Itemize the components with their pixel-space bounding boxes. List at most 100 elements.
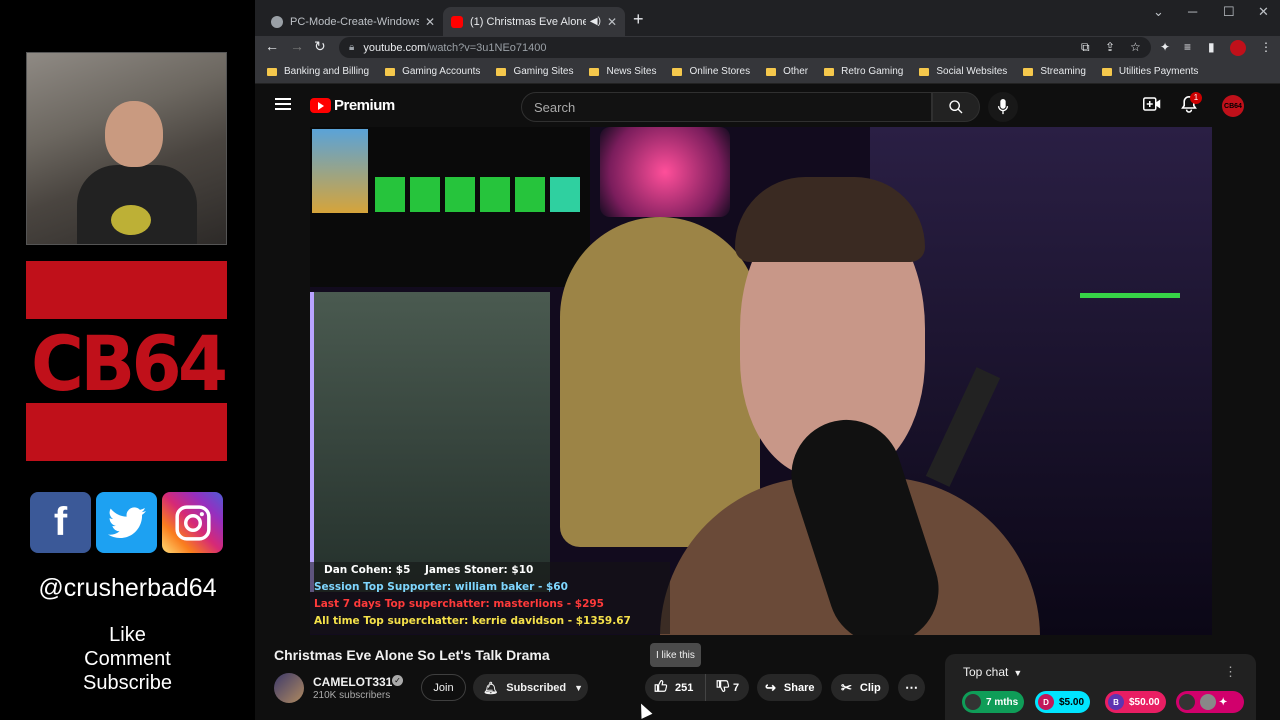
video-ui-tile bbox=[375, 177, 405, 212]
folder-icon bbox=[385, 67, 396, 76]
side-panel-icon[interactable]: ▮ bbox=[1208, 40, 1215, 54]
bookmark-streaming[interactable]: Streaming bbox=[1023, 66, 1086, 77]
logo-word: Premium bbox=[334, 97, 395, 114]
bookmark-label: News Sites bbox=[606, 66, 657, 77]
back-button[interactable]: ← bbox=[265, 38, 279, 54]
bookmark-utilities[interactable]: Utilities Payments bbox=[1101, 66, 1199, 77]
bookmark-banking[interactable]: Banking and Billing bbox=[267, 66, 369, 77]
chat-mode-selector[interactable]: Top chat ▼ bbox=[963, 665, 1022, 679]
folder-icon bbox=[1101, 67, 1112, 76]
kebab-menu-icon[interactable]: ⋮ bbox=[1260, 40, 1272, 54]
channel-avatar[interactable] bbox=[274, 673, 304, 703]
streamer-shirt bbox=[77, 165, 197, 244]
superchat-chip[interactable]: B $50.00 bbox=[1105, 691, 1166, 713]
chat-mode-label: Top chat bbox=[963, 665, 1009, 679]
avatar-text: CB64 bbox=[1224, 102, 1242, 110]
extensions-icon[interactable]: ✦ bbox=[1160, 40, 1170, 54]
sparkle-icon: ✦ bbox=[1219, 696, 1228, 708]
brand-bar-bottom bbox=[26, 403, 227, 461]
tab-youtube-video[interactable]: (1) Christmas Eve Alone So Le ◀) ✕ bbox=[443, 7, 625, 36]
search-input[interactable] bbox=[534, 99, 931, 115]
shirt-logo bbox=[111, 205, 151, 235]
mouse-cursor bbox=[635, 701, 653, 719]
folder-icon bbox=[824, 67, 835, 76]
more-actions-button[interactable]: ⋯ bbox=[898, 674, 925, 701]
microphone-icon bbox=[997, 99, 1009, 115]
open-in-app-icon[interactable]: ⧉ bbox=[1081, 40, 1090, 55]
speaker-icon[interactable]: ◀) bbox=[590, 16, 601, 27]
maximize-button[interactable]: ☐ bbox=[1223, 4, 1235, 20]
cta-like: Like bbox=[109, 624, 146, 646]
bookmark-gaming-sites[interactable]: Gaming Sites bbox=[496, 66, 573, 77]
bookmark-label: Social Websites bbox=[936, 66, 1008, 77]
chat-options-icon[interactable]: ⋮ bbox=[1224, 664, 1237, 680]
join-button[interactable]: Join bbox=[421, 674, 466, 701]
bookmark-other[interactable]: Other bbox=[766, 66, 808, 77]
bookmarks-bar: Banking and Billing Gaming Accounts Gami… bbox=[255, 60, 1280, 84]
donation-line-session: Session Top Supporter: william baker - $… bbox=[314, 581, 568, 593]
reload-button[interactable]: ↻ bbox=[314, 38, 326, 55]
bookmark-retro-gaming[interactable]: Retro Gaming bbox=[824, 66, 903, 77]
bookmark-social-websites[interactable]: Social Websites bbox=[919, 66, 1007, 77]
member-milestone-chip[interactable]: 7 mths bbox=[962, 691, 1025, 713]
video-ui-tile bbox=[410, 177, 440, 212]
voice-search-button[interactable] bbox=[988, 92, 1018, 122]
tab-pc-mode[interactable]: PC-Mode-Create-Windows-Boot ✕ bbox=[263, 7, 443, 36]
neon-sign bbox=[600, 127, 730, 217]
tab-strip: PC-Mode-Create-Windows-Boot ✕ (1) Christ… bbox=[255, 0, 1280, 36]
chevron-down-icon: ▼ bbox=[1013, 668, 1023, 678]
lock-icon[interactable]: 🔒︎ bbox=[349, 42, 354, 53]
superchat-chip[interactable]: D $5.00 bbox=[1035, 691, 1091, 713]
bookmark-online-stores[interactable]: Online Stores bbox=[672, 66, 750, 77]
chip-label: $5.00 bbox=[1059, 696, 1085, 708]
hamburger-menu-icon[interactable] bbox=[275, 98, 291, 110]
close-icon[interactable]: ✕ bbox=[425, 15, 435, 29]
notification-badge: 1 bbox=[1190, 92, 1202, 104]
like-button[interactable]: 251 bbox=[645, 674, 706, 701]
chevron-down-icon[interactable]: ⌄ bbox=[1153, 4, 1164, 20]
chevron-down-icon: ▼ bbox=[574, 682, 584, 693]
channel-name[interactable]: CAMELOT331 bbox=[313, 675, 392, 689]
tab-title: PC-Mode-Create-Windows-Boot bbox=[290, 15, 419, 28]
join-label: Join bbox=[433, 681, 454, 694]
notifications-button[interactable]: 1 bbox=[1181, 92, 1202, 117]
video-shelf bbox=[310, 292, 550, 592]
stream-overlay-panel: CB64 f @crusherbad64 Like Comment Subscr… bbox=[0, 0, 255, 720]
media-control-icon[interactable]: ≡ bbox=[1184, 40, 1191, 54]
bookmark-news-sites[interactable]: News Sites bbox=[589, 66, 656, 77]
close-window-button[interactable]: ✕ bbox=[1258, 4, 1269, 20]
bookmark-label: Online Stores bbox=[689, 66, 751, 77]
share-button[interactable]: ↪ Share bbox=[757, 674, 822, 701]
close-icon[interactable]: ✕ bbox=[607, 15, 617, 29]
chatter-avatar: D bbox=[1038, 694, 1054, 710]
create-video-icon[interactable] bbox=[1143, 96, 1161, 116]
folder-icon bbox=[589, 67, 600, 76]
subscriber-count: 210K subscribers bbox=[313, 690, 391, 701]
search-box[interactable] bbox=[521, 92, 932, 122]
video-player[interactable]: Dan Cohen: $5 James Stoner: $10 Session … bbox=[310, 127, 1212, 635]
bookmark-gaming-accounts[interactable]: Gaming Accounts bbox=[385, 66, 480, 77]
search-button[interactable] bbox=[932, 92, 980, 122]
sticker-chip[interactable]: ✦ bbox=[1176, 691, 1244, 713]
like-dislike-group: 251 7 bbox=[645, 674, 749, 701]
video-tv-screen bbox=[310, 127, 590, 287]
minimize-button[interactable]: ─ bbox=[1188, 4, 1197, 19]
subscribed-button[interactable]: 🔔︎ Subscribed ▼ bbox=[473, 674, 588, 701]
browser-window: PC-Mode-Create-Windows-Boot ✕ (1) Christ… bbox=[255, 0, 1280, 720]
new-tab-button[interactable]: + bbox=[633, 9, 644, 30]
clip-button[interactable]: ✂ Clip bbox=[831, 674, 889, 701]
dislike-button[interactable]: 7 bbox=[706, 674, 739, 701]
folder-icon bbox=[1023, 67, 1034, 76]
forward-button[interactable]: → bbox=[290, 38, 304, 54]
youtube-premium-logo[interactable]: Premium bbox=[310, 97, 395, 114]
account-avatar[interactable]: CB64 bbox=[1222, 95, 1244, 117]
subscribed-label: Subscribed bbox=[506, 681, 567, 694]
scissors-icon: ✂ bbox=[841, 679, 852, 695]
profile-avatar[interactable] bbox=[1230, 40, 1246, 56]
bookmark-label: Utilities Payments bbox=[1118, 66, 1199, 77]
bookmark-star-icon[interactable]: ☆ bbox=[1130, 40, 1141, 54]
donation-line-alltime: All time Top superchatter: kerrie davids… bbox=[314, 615, 631, 627]
share-page-icon[interactable]: ⇪ bbox=[1105, 40, 1115, 54]
search-icon bbox=[949, 100, 963, 114]
address-bar[interactable]: 🔒︎ youtube.com/watch?v=3u1NEo71400 bbox=[339, 37, 1151, 58]
